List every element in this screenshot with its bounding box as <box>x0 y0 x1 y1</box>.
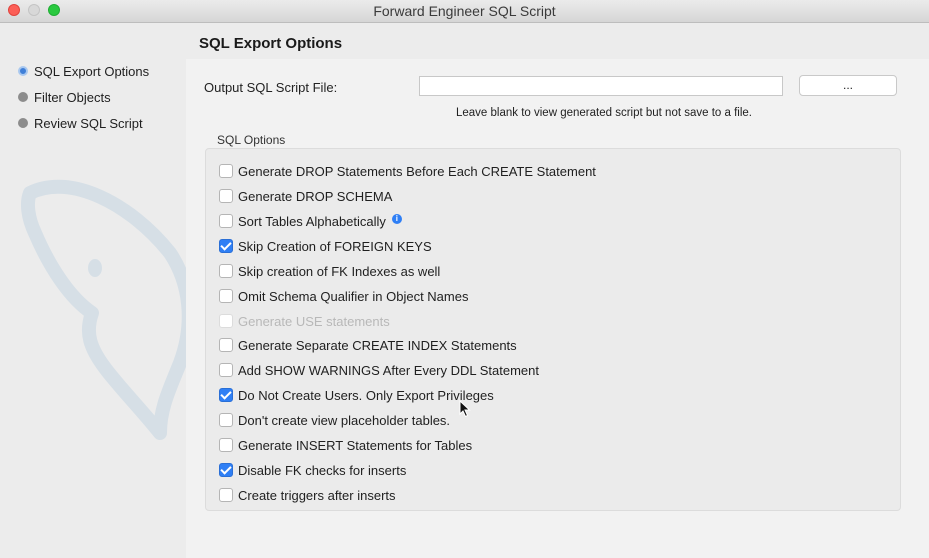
checkbox[interactable] <box>219 363 233 377</box>
option-create-triggers-after-inserts[interactable]: Create triggers after inserts <box>219 487 396 503</box>
sidebar-item-sql-export-options[interactable]: SQL Export Options <box>18 62 149 80</box>
option-label: Create triggers after inserts <box>238 487 396 503</box>
sidebar-item-label: SQL Export Options <box>34 63 150 79</box>
checkbox-checked[interactable] <box>219 463 233 477</box>
sql-options-group-label: SQL Options <box>217 133 286 147</box>
step-active-icon <box>18 66 28 76</box>
option-generate-use-statements: Generate USE statements <box>219 313 390 329</box>
checkbox[interactable] <box>219 413 233 427</box>
option-omit-schema-qualifier[interactable]: Omit Schema Qualifier in Object Names <box>219 288 468 304</box>
option-label: Skip creation of FK Indexes as well <box>238 263 441 279</box>
option-label: Skip Creation of FOREIGN KEYS <box>238 238 432 254</box>
option-label: Generate DROP SCHEMA <box>238 188 393 204</box>
sidebar-item-label: Filter Objects <box>34 89 111 105</box>
checkbox-checked[interactable] <box>219 239 233 253</box>
checkbox[interactable] <box>219 289 233 303</box>
option-label: Generate Separate CREATE INDEX Statement… <box>238 337 517 353</box>
checkbox[interactable] <box>219 189 233 203</box>
option-drop-statements[interactable]: Generate DROP Statements Before Each CRE… <box>219 163 596 179</box>
sidebar-item-review-sql-script[interactable]: Review SQL Script <box>18 114 143 132</box>
option-label: Disable FK checks for inserts <box>238 462 407 478</box>
checkbox[interactable] <box>219 338 233 352</box>
option-label: Generate INSERT Statements for Tables <box>238 437 473 453</box>
info-icon[interactable]: i <box>391 214 402 224</box>
option-no-create-users[interactable]: Do Not Create Users. Only Export Privile… <box>219 387 494 403</box>
mysql-dolphin-watermark-icon <box>20 179 186 440</box>
window-titlebar: Forward Engineer SQL Script <box>0 0 929 23</box>
option-separate-create-index[interactable]: Generate Separate CREATE INDEX Statement… <box>219 337 517 353</box>
option-label: Don't create view placeholder tables. <box>238 412 451 428</box>
option-show-warnings[interactable]: Add SHOW WARNINGS After Every DDL Statem… <box>219 362 539 378</box>
option-drop-schema[interactable]: Generate DROP SCHEMA <box>219 188 392 204</box>
checkbox[interactable] <box>219 438 233 452</box>
checkbox[interactable] <box>219 264 233 278</box>
option-label: Generate USE statements <box>238 313 390 329</box>
option-no-view-placeholders[interactable]: Don't create view placeholder tables. <box>219 412 450 428</box>
checkbox[interactable] <box>219 164 233 178</box>
checkbox-checked[interactable] <box>219 388 233 402</box>
option-label: Omit Schema Qualifier in Object Names <box>238 288 469 304</box>
option-label: Do Not Create Users. Only Export Privile… <box>238 387 494 403</box>
output-file-hint: Leave blank to view generated script but… <box>456 107 752 119</box>
sidebar-item-filter-objects[interactable]: Filter Objects <box>18 88 111 106</box>
window-title: Forward Engineer SQL Script <box>373 3 556 19</box>
step-inactive-icon <box>18 92 28 102</box>
output-file-label: Output SQL Script File: <box>204 80 338 95</box>
wizard-sidebar: SQL Export Options Filter Objects Review… <box>0 23 186 558</box>
option-label: Add SHOW WARNINGS After Every DDL Statem… <box>238 362 540 378</box>
output-file-input[interactable] <box>419 76 783 96</box>
checkbox-disabled <box>219 314 233 328</box>
option-skip-fk-indexes[interactable]: Skip creation of FK Indexes as well <box>219 263 440 279</box>
option-sort-tables[interactable]: Sort Tables Alphabetically i <box>219 213 402 229</box>
browse-button[interactable]: ... <box>799 75 897 96</box>
option-disable-fk-checks[interactable]: Disable FK checks for inserts <box>219 462 406 478</box>
checkbox[interactable] <box>219 214 233 228</box>
sidebar-item-label: Review SQL Script <box>34 115 143 131</box>
page-title: SQL Export Options <box>199 35 343 52</box>
option-generate-inserts[interactable]: Generate INSERT Statements for Tables <box>219 437 472 453</box>
option-skip-foreign-keys[interactable]: Skip Creation of FOREIGN KEYS <box>219 238 432 254</box>
step-inactive-icon <box>18 118 28 128</box>
checkbox[interactable] <box>219 488 233 502</box>
mouse-cursor-icon <box>459 400 471 418</box>
option-label: Generate DROP Statements Before Each CRE… <box>238 163 596 179</box>
option-label: Sort Tables Alphabetically <box>238 213 386 229</box>
